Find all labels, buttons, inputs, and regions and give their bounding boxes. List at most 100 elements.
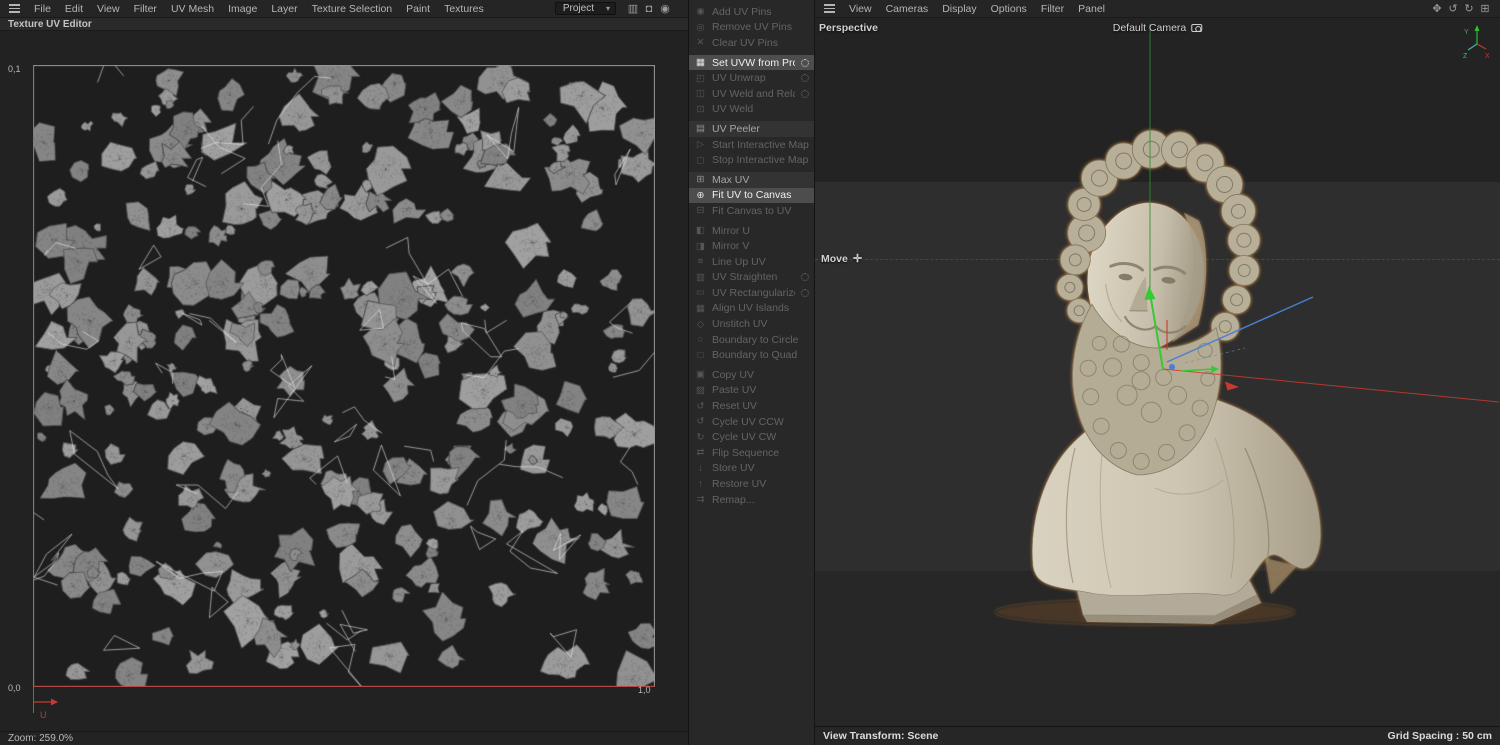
- uv-command-item[interactable]: ⊞ Max UV: [689, 171, 814, 188]
- uv-command-label: UV Straighten: [712, 271, 778, 284]
- uv-command-item[interactable]: ⇄ Flip Sequence: [689, 445, 814, 461]
- uv-command-item[interactable]: ◨ Mirror V: [689, 238, 814, 254]
- uv-command-label: Cycle UV CW: [712, 431, 777, 444]
- uv-command-item[interactable]: ▷ Start Interactive Mapping: [689, 137, 814, 153]
- uv-command-item[interactable]: ◎ Remove UV Pins: [689, 20, 814, 36]
- layout-icon[interactable]: ⊞: [1478, 2, 1492, 15]
- move-gizmo[interactable]: [1144, 286, 1500, 403]
- histogram-icon[interactable]: ▥: [626, 2, 640, 15]
- uv-command-item[interactable]: ≡ Line Up UV: [689, 254, 814, 270]
- uv-command-item[interactable]: ▦ Align UV Islands: [689, 301, 814, 317]
- menu-item[interactable]: View: [90, 3, 127, 15]
- caret-down-icon: ▾: [605, 4, 610, 13]
- pan-hand-icon[interactable]: ✥: [1430, 2, 1444, 15]
- uv-command-item[interactable]: ↑ Restore UV: [689, 476, 814, 492]
- menu-item[interactable]: View: [842, 3, 879, 15]
- uv-command-item[interactable]: ⊟ Fit Canvas to UV: [689, 203, 814, 219]
- uv-command-label: Max UV: [712, 173, 750, 186]
- uv-command-item[interactable]: ✕ Clear UV Pins: [689, 35, 814, 51]
- menu-item[interactable]: File: [27, 3, 58, 15]
- uv-command-label: Store UV: [712, 462, 755, 475]
- uv-command-label: Mirror V: [712, 240, 750, 253]
- uv-command-item[interactable]: ↺ Reset UV: [689, 398, 814, 414]
- uv-command-item[interactable]: ◫ UV Weld and Relax: [689, 86, 814, 102]
- menu-item[interactable]: Texture Selection: [305, 3, 400, 15]
- uv-command-label: Remap...: [712, 493, 755, 506]
- uv-command-label: Unstitch UV: [712, 318, 768, 331]
- menu-item[interactable]: Filter: [1034, 3, 1071, 15]
- uv-command-icon: ⊡: [696, 103, 705, 115]
- uv-command-item[interactable]: ↻ Cycle UV CW: [689, 429, 814, 445]
- menu-item[interactable]: Textures: [437, 3, 491, 15]
- view-label[interactable]: Perspective: [819, 22, 878, 34]
- uv-command-item[interactable]: ◰ UV Unwrap: [689, 70, 814, 86]
- left-menubar: File Edit View Filter UV Mesh Image Layer Textu…: [0, 0, 688, 18]
- zoom-level: Zoom: 259.0%: [8, 733, 74, 744]
- tool-label-text: Move: [821, 252, 848, 265]
- view-transform-label: View Transform: Scene: [823, 730, 939, 742]
- uv-command-item[interactable]: ▤ UV Peeler: [689, 121, 814, 137]
- viewport-scene: [995, 24, 1500, 625]
- viewport-3d[interactable]: Perspective Default Camera Move ✛ Y Z X: [815, 18, 1500, 726]
- menu-hamburger-icon[interactable]: [824, 4, 835, 13]
- gear-icon[interactable]: [801, 288, 809, 297]
- menu-item[interactable]: UV Mesh: [164, 3, 221, 15]
- gear-icon[interactable]: [801, 58, 809, 67]
- uv-map-canvas[interactable]: [33, 65, 655, 687]
- uv-command-icon: ⊟: [696, 205, 705, 217]
- uv-command-item[interactable]: ◇ Unstitch UV: [689, 316, 814, 332]
- uv-command-item[interactable]: ⇉ Remap...: [689, 492, 814, 508]
- uv-command-item[interactable]: ↓ Store UV: [689, 461, 814, 477]
- uv-coord-bottom-right: 1,0: [638, 685, 651, 695]
- menu-item[interactable]: Paint: [399, 3, 437, 15]
- redo-icon[interactable]: ↻: [1462, 2, 1476, 15]
- camera-icon[interactable]: [1191, 24, 1203, 32]
- menu-item[interactable]: Edit: [58, 3, 90, 15]
- uv-command-item[interactable]: ○ Boundary to Circle: [689, 332, 814, 348]
- uv-command-item[interactable]: □ Boundary to Quad: [689, 347, 814, 363]
- axis-y-label: Y: [1464, 29, 1469, 36]
- menu-item[interactable]: Panel: [1071, 3, 1112, 15]
- uv-command-label: UV Peeler: [712, 122, 760, 135]
- uv-command-icon: ↑: [698, 478, 703, 490]
- orientation-axis-widget[interactable]: Y Z X: [1462, 22, 1492, 60]
- menu-item[interactable]: Display: [935, 3, 983, 15]
- menu-item[interactable]: Image: [221, 3, 264, 15]
- uv-command-icon: ▣: [696, 369, 705, 381]
- gear-icon[interactable]: [801, 74, 809, 83]
- project-dropdown-label: Project: [562, 3, 594, 14]
- uv-command-label: Reset UV: [712, 400, 757, 413]
- uv-command-label: Restore UV: [712, 478, 767, 491]
- menu-item[interactable]: Cameras: [879, 3, 936, 15]
- uv-command-item[interactable]: ◻ Stop Interactive Mapping: [689, 152, 814, 168]
- undo-icon[interactable]: ↺: [1446, 2, 1460, 15]
- uv-command-item[interactable]: ▥ UV Straighten: [689, 270, 814, 286]
- uv-command-item[interactable]: ▣ Copy UV: [689, 367, 814, 383]
- uv-command-item[interactable]: ▦ Set UVW from Projection: [689, 54, 814, 71]
- menu-item[interactable]: Options: [984, 3, 1034, 15]
- sculpture-bust[interactable]: [995, 119, 1321, 625]
- gear-icon[interactable]: [801, 273, 809, 282]
- uv-axis-gizmo: U: [33, 698, 58, 720]
- menu-item[interactable]: Layer: [264, 3, 304, 15]
- uv-command-icon: ▤: [696, 123, 705, 135]
- menu-item[interactable]: Filter: [127, 3, 164, 15]
- camera-label[interactable]: Default Camera: [1113, 22, 1203, 34]
- uv-command-item[interactable]: ▭ UV Rectangularize: [689, 285, 814, 301]
- menu-hamburger-icon[interactable]: [9, 4, 20, 13]
- uv-command-item[interactable]: ⊕ Fit UV to Canvas: [689, 187, 814, 204]
- gear-icon[interactable]: [801, 89, 809, 98]
- uv-command-label: Add UV Pins: [712, 5, 772, 18]
- uv-command-item[interactable]: ◉ Add UV Pins: [689, 4, 814, 20]
- uv-command-item[interactable]: ↺ Cycle UV CCW: [689, 414, 814, 430]
- project-dropdown[interactable]: Project ▾: [554, 2, 616, 15]
- uv-canvas-area[interactable]: 0,1 0,0 1,0 U: [0, 31, 688, 731]
- pin-icon[interactable]: ◉: [658, 2, 672, 15]
- uv-command-item[interactable]: ⊡ UV Weld: [689, 102, 814, 118]
- lock-icon[interactable]: ◘: [642, 3, 656, 15]
- tool-label: Move ✛: [821, 252, 862, 266]
- uv-command-item[interactable]: ◧ Mirror U: [689, 223, 814, 239]
- uv-command-item[interactable]: ▨ Paste UV: [689, 383, 814, 399]
- uv-command-icon: ⇉: [696, 494, 705, 506]
- viewport-panel: View Cameras Display Options Filter Panel ✥ ↺ ↻…: [815, 0, 1500, 745]
